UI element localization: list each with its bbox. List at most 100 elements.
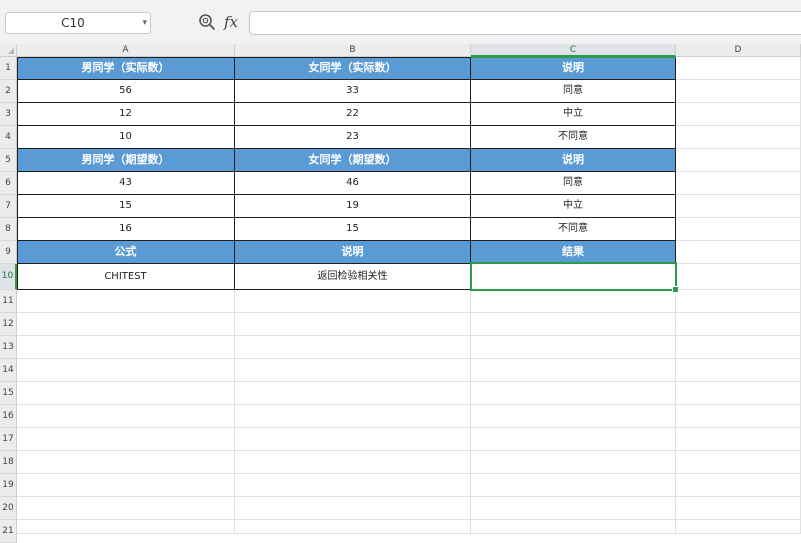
row-header-17[interactable]: 17 — [0, 428, 17, 451]
fx-icon[interactable]: fx — [224, 11, 238, 33]
cell-c15[interactable] — [471, 382, 676, 405]
row-header-14[interactable]: 14 — [0, 359, 17, 382]
cell-a17[interactable] — [17, 428, 235, 451]
cell-b15[interactable] — [235, 382, 471, 405]
cell-a2[interactable]: 56 — [17, 80, 235, 103]
cell-c2[interactable]: 同意 — [471, 80, 676, 103]
cell-b18[interactable] — [235, 451, 471, 474]
cell-b10[interactable]: 返回检验相关性 — [235, 264, 471, 290]
cell-d4[interactable] — [676, 126, 801, 149]
cell-a15[interactable] — [17, 382, 235, 405]
column-header-d[interactable]: D — [676, 44, 801, 57]
cell-d7[interactable] — [676, 195, 801, 218]
cell-c6[interactable]: 同意 — [471, 172, 676, 195]
cell-a21[interactable] — [17, 520, 235, 534]
cell-b20[interactable] — [235, 497, 471, 520]
row-header-13[interactable]: 13 — [0, 336, 17, 359]
row-header-5[interactable]: 5 — [0, 149, 17, 172]
cell-c11[interactable] — [471, 290, 676, 313]
cell-d18[interactable] — [676, 451, 801, 474]
cell-c7[interactable]: 中立 — [471, 195, 676, 218]
cell-b17[interactable] — [235, 428, 471, 451]
cell-b16[interactable] — [235, 405, 471, 428]
cell-a6[interactable]: 43 — [17, 172, 235, 195]
row-header-3[interactable]: 3 — [0, 103, 17, 126]
cell-b9[interactable]: 说明 — [235, 241, 471, 264]
row-header-21[interactable]: 21 — [0, 520, 17, 543]
cell-b6[interactable]: 46 — [235, 172, 471, 195]
cell-c21[interactable] — [471, 520, 676, 534]
cell-b4[interactable]: 23 — [235, 126, 471, 149]
cell-b14[interactable] — [235, 359, 471, 382]
cell-b3[interactable]: 22 — [235, 103, 471, 126]
cell-d20[interactable] — [676, 497, 801, 520]
cell-b21[interactable] — [235, 520, 471, 534]
row-header-19[interactable]: 19 — [0, 474, 17, 497]
cell-a1[interactable]: 男同学（实际数） — [17, 57, 235, 80]
row-header-1[interactable]: 1 — [0, 57, 17, 80]
cell-d10[interactable] — [676, 264, 801, 290]
cell-d11[interactable] — [676, 290, 801, 313]
row-header-18[interactable]: 18 — [0, 451, 17, 474]
cell-c12[interactable] — [471, 313, 676, 336]
cell-a14[interactable] — [17, 359, 235, 382]
cell-c3[interactable]: 中立 — [471, 103, 676, 126]
cell-a4[interactable]: 10 — [17, 126, 235, 149]
cell-a3[interactable]: 12 — [17, 103, 235, 126]
cell-d6[interactable] — [676, 172, 801, 195]
row-header-20[interactable]: 20 — [0, 497, 17, 520]
row-header-4[interactable]: 4 — [0, 126, 17, 149]
cell-d21[interactable] — [676, 520, 801, 534]
cell-c4[interactable]: 不同意 — [471, 126, 676, 149]
cell-d14[interactable] — [676, 359, 801, 382]
cell-a9[interactable]: 公式 — [17, 241, 235, 264]
row-header-6[interactable]: 6 — [0, 172, 17, 195]
cell-b7[interactable]: 19 — [235, 195, 471, 218]
cell-c18[interactable] — [471, 451, 676, 474]
cell-d2[interactable] — [676, 80, 801, 103]
cell-d13[interactable] — [676, 336, 801, 359]
cell-d19[interactable] — [676, 474, 801, 497]
cell-d17[interactable] — [676, 428, 801, 451]
cell-b19[interactable] — [235, 474, 471, 497]
cell-b8[interactable]: 15 — [235, 218, 471, 241]
row-header-9[interactable]: 9 — [0, 241, 17, 264]
row-header-11[interactable]: 11 — [0, 290, 17, 313]
chevron-down-icon[interactable]: ▾ — [142, 13, 147, 33]
select-all-corner[interactable] — [0, 44, 17, 57]
formula-input[interactable] — [249, 11, 801, 35]
cell-a11[interactable] — [17, 290, 235, 313]
cell-b11[interactable] — [235, 290, 471, 313]
name-box[interactable]: C10 ▾ — [5, 12, 151, 34]
row-header-10[interactable]: 10 — [0, 264, 17, 290]
cell-a13[interactable] — [17, 336, 235, 359]
row-header-7[interactable]: 7 — [0, 195, 17, 218]
cell-d12[interactable] — [676, 313, 801, 336]
cell-d8[interactable] — [676, 218, 801, 241]
cell-c1[interactable]: 说明 — [471, 57, 676, 80]
cell-a18[interactable] — [17, 451, 235, 474]
cell-d3[interactable] — [676, 103, 801, 126]
row-header-15[interactable]: 15 — [0, 382, 17, 405]
cell-a7[interactable]: 15 — [17, 195, 235, 218]
cell-c13[interactable] — [471, 336, 676, 359]
zoom-search-icon[interactable] — [198, 13, 216, 31]
column-header-a[interactable]: A — [17, 44, 235, 57]
row-header-16[interactable]: 16 — [0, 405, 17, 428]
row-header-12[interactable]: 12 — [0, 313, 17, 336]
cell-c5[interactable]: 说明 — [471, 149, 676, 172]
cell-d9[interactable] — [676, 241, 801, 264]
cell-c14[interactable] — [471, 359, 676, 382]
cell-c9[interactable]: 结果 — [471, 241, 676, 264]
cell-b2[interactable]: 33 — [235, 80, 471, 103]
cell-a12[interactable] — [17, 313, 235, 336]
cell-c8[interactable]: 不同意 — [471, 218, 676, 241]
cell-a20[interactable] — [17, 497, 235, 520]
cell-c17[interactable] — [471, 428, 676, 451]
cell-b13[interactable] — [235, 336, 471, 359]
cell-a16[interactable] — [17, 405, 235, 428]
cell-a5[interactable]: 男同学（期望数） — [17, 149, 235, 172]
cell-b1[interactable]: 女同学（实际数） — [235, 57, 471, 80]
cell-d15[interactable] — [676, 382, 801, 405]
cell-a19[interactable] — [17, 474, 235, 497]
